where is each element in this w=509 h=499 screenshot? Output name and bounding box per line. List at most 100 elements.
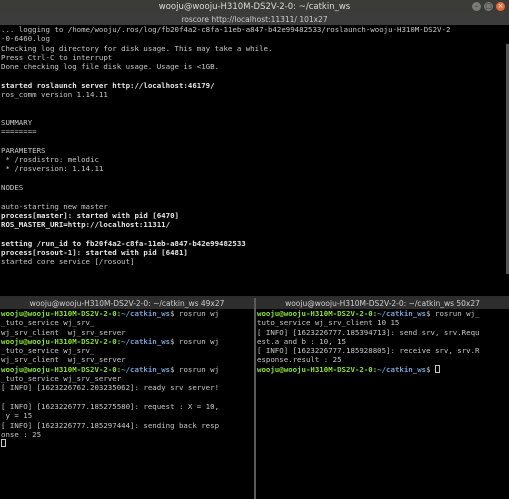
terminal-line-text: rosrun wj <box>174 309 220 318</box>
terminal-pane-server[interactable]: wooju@wooju-H310M-DS2V-2-0: ~/catkin_ws … <box>0 298 254 499</box>
terminal-line-text: PARAMETERS <box>1 145 46 155</box>
terminal-line-text: Checking log directory for disk usage. T… <box>1 43 273 53</box>
terminal-line: Press Ctrl-C to interrupt <box>1 53 508 62</box>
terminal-cursor <box>435 364 441 373</box>
terminal-line: [ INFO] [1623226777.185394713]: send srv… <box>257 328 508 337</box>
terminal-line-text: process[rosout-1]: started with pid [648… <box>1 248 188 258</box>
terminal-line: wj_srv_client wj_srv_server <box>1 328 253 337</box>
terminal-line-text: wj_srv_client wj_srv_server <box>1 355 126 365</box>
terminal-line: _tuto_service wj_srv_ <box>1 346 253 355</box>
maximize-icon[interactable]: □ <box>484 2 493 11</box>
terminal-line: SUMMARY <box>1 118 508 127</box>
terminal-line: _tuto_service wj_srv_ <box>1 318 253 327</box>
terminal-line-text: [ INFO] [1623226777.185275580]: request … <box>1 401 220 411</box>
terminal-line-text: [ INFO] [1623226762.203235062]: ready sr… <box>1 383 220 393</box>
terminal-line: est.a and b : 10, 15 <box>257 337 508 346</box>
terminal-line: ros_comm version 1.14.11 <box>1 90 508 99</box>
terminal-line-text: rosrun wj_ <box>430 309 480 318</box>
terminal-line-text: _tuto_service wj_srv_ <box>1 318 95 328</box>
terminal-line: wooju@wooju-H310M-DS2V-2-0:~/catkin_ws$ … <box>257 309 508 318</box>
prompt-user-host: wooju@wooju-H310M-DS2V-2-0 <box>1 364 117 374</box>
terminal-line: wooju@wooju-H310M-DS2V-2-0:~/catkin_ws$ … <box>1 337 253 346</box>
terminal-line-text: [ INFO] [1623226777.185297444]: sending … <box>1 420 220 430</box>
terminal-line: auto-starting new master <box>1 202 508 211</box>
terminal-line-text: Press Ctrl-C to interrupt <box>1 52 113 62</box>
prompt-user-host: wooju@wooju-H310M-DS2V-2-0 <box>1 309 117 318</box>
window-titlebar[interactable]: wooju@wooju-H310M-DS2V-2-0: ~/catkin_ws … <box>0 0 509 14</box>
terminal-line: -0-6460.log <box>1 34 508 43</box>
terminal-line-text: rosrun wj <box>174 364 220 374</box>
terminal-cursor <box>1 439 6 448</box>
terminal-line: [ INFO] [1623226777.185297444]: sending … <box>1 421 253 430</box>
terminal-line-text: [ INFO] [1623226777.185928805]: receive … <box>257 346 480 356</box>
terminal-line-text: wj_srv_client wj_srv_server <box>1 327 126 337</box>
terminal-line: ======== <box>1 127 508 136</box>
terminal-line-text: -0-6460.log <box>1 34 50 44</box>
terminal-line: started roslaunch server http://localhos… <box>1 81 508 90</box>
close-icon[interactable]: × <box>496 2 505 11</box>
terminal-line-text: [ INFO] [1623226777.185394713]: send srv… <box>257 327 480 337</box>
terminal-line: wj_srv_client wj_srv_server <box>1 355 253 364</box>
terminal-line-text: ... logging to /home/wooju/.ros/log/fb20… <box>1 25 451 34</box>
terminal-line: onse : 25 <box>1 430 253 439</box>
window-title: wooju@wooju-H310M-DS2V-2-0: ~/catkin_ws <box>158 2 351 12</box>
terminal-line: setting /run_id to fb20f4a2-c8fa-11eb-a8… <box>1 239 508 248</box>
terminal-line: y = 15 <box>1 411 253 420</box>
terminal-line: wooju@wooju-H310M-DS2V-2-0:~/catkin_ws$ <box>257 364 508 374</box>
terminal-line-text: y = 15 <box>1 411 33 421</box>
terminal-line-text: Done checking log file disk usage. Usage… <box>1 62 220 72</box>
terminal-line: [ INFO] [1623226762.203235062]: ready sr… <box>1 383 253 392</box>
terminal-line-text: onse : 25 <box>1 429 42 439</box>
terminal-line-text: ros_comm version 1.14.11 <box>1 90 108 100</box>
prompt-path: ~/catkin_ws <box>377 309 427 318</box>
terminal-line-text: process[master]: started with pid [6470] <box>1 210 179 220</box>
terminal-line-text: _tuto_service wj_srv_server <box>1 374 122 384</box>
terminal-line: ... logging to /home/wooju/.ros/log/fb20… <box>1 25 508 34</box>
prompt-path: ~/catkin_ws <box>377 364 427 374</box>
terminal-line-text: ROS_MASTER_URI=http://localhost:11311/ <box>1 220 171 230</box>
terminal-line-text: tuto_service wj_srv_client 10 15 <box>257 318 400 328</box>
pane-title-client: wooju@wooju-H310M-DS2V-2-0: ~/catkin_ws … <box>256 298 509 309</box>
terminal-output-client[interactable]: wooju@wooju-H310M-DS2V-2-0:~/catkin_ws$ … <box>256 309 509 499</box>
window-controls: – □ × <box>472 2 505 11</box>
terminal-output-server[interactable]: wooju@wooju-H310M-DS2V-2-0:~/catkin_ws$ … <box>0 309 254 499</box>
terminal-line-text: est.a and b : 10, 15 <box>257 336 346 346</box>
terminal-pane-client[interactable]: wooju@wooju-H310M-DS2V-2-0: ~/catkin_ws … <box>256 298 509 499</box>
terminal-line: [ INFO] [1623226777.185275580]: request … <box>1 402 253 411</box>
terminal-line: Done checking log file disk usage. Usage… <box>1 62 508 71</box>
pane-title-server: wooju@wooju-H310M-DS2V-2-0: ~/catkin_ws … <box>0 298 254 309</box>
terminal-line-text: _tuto_service wj_srv_ <box>1 346 95 356</box>
terminal-line: * /rosdistro: melodic <box>1 155 508 164</box>
prompt-user-host: wooju@wooju-H310M-DS2V-2-0 <box>257 364 373 374</box>
terminal-line-text: * /rosdistro: melodic <box>1 155 99 165</box>
terminal-line-text: auto-starting new master <box>1 201 108 211</box>
terminal-line: NODES <box>1 183 508 192</box>
terminal-line-text: rosrun wj <box>174 336 220 346</box>
terminal-pane-roscore[interactable]: roscore http://localhost:11311/ 101x27 .… <box>0 14 509 296</box>
terminal-line: Checking log directory for disk usage. T… <box>1 44 508 53</box>
terminal-line: _tuto_service wj_srv_server <box>1 374 253 383</box>
pane-title-roscore: roscore http://localhost:11311/ 101x27 <box>0 14 509 25</box>
prompt-user-host: wooju@wooju-H310M-DS2V-2-0 <box>257 309 373 318</box>
prompt-path: ~/catkin_ws <box>121 309 171 318</box>
terminal-line-text: setting /run_id to fb20f4a2-c8fa-11eb-a8… <box>1 238 246 248</box>
terminal-line: esponse.result : 25 <box>257 355 508 364</box>
terminal-line-text: started core service [/rosout] <box>1 257 135 267</box>
terminal-line-text: SUMMARY <box>1 117 33 127</box>
terminal-output-roscore[interactable]: ... logging to /home/wooju/.ros/log/fb20… <box>0 25 509 296</box>
terminal-line-text: NODES <box>1 183 24 193</box>
terminal-line: wooju@wooju-H310M-DS2V-2-0:~/catkin_ws$ … <box>1 309 253 318</box>
prompt-user-host: wooju@wooju-H310M-DS2V-2-0 <box>1 336 117 346</box>
terminal-line: * /rosversion: 1.14.11 <box>1 164 508 173</box>
terminal-line: tuto_service wj_srv_client 10 15 <box>257 318 508 327</box>
minimize-icon[interactable]: – <box>472 2 481 11</box>
terminal-line-text: * /rosversion: 1.14.11 <box>1 164 104 174</box>
terminal-line-text: esponse.result : 25 <box>257 355 342 365</box>
